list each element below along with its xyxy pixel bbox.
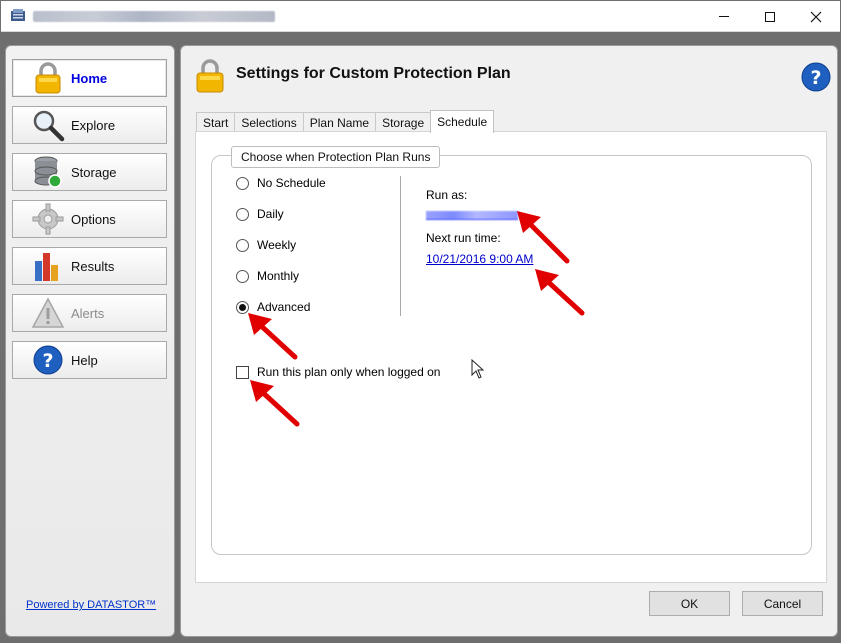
bar-chart-icon bbox=[31, 249, 65, 283]
sidebar-item-alerts[interactable]: Alerts bbox=[12, 294, 167, 332]
tab-selections[interactable]: Selections bbox=[234, 112, 304, 133]
lock-icon bbox=[196, 59, 224, 93]
svg-text:?: ? bbox=[42, 350, 53, 372]
sidebar-item-label: Explore bbox=[71, 117, 116, 133]
sidebar-item-explore[interactable]: Explore bbox=[12, 106, 167, 144]
sidebar: Home Explore Storage Options Results Ale… bbox=[5, 45, 175, 637]
radio-weekly[interactable]: Weekly bbox=[236, 238, 296, 252]
radio-label: No Schedule bbox=[257, 176, 326, 190]
warning-icon bbox=[31, 296, 65, 330]
sidebar-item-label: Results bbox=[71, 258, 115, 274]
tab-plan-name[interactable]: Plan Name bbox=[302, 112, 377, 133]
sidebar-item-help[interactable]: ? Help bbox=[12, 341, 167, 379]
cancel-button[interactable]: Cancel bbox=[742, 591, 823, 616]
page-title: Settings for Custom Protection Plan bbox=[236, 65, 511, 82]
annotation-arrow-icon bbox=[535, 269, 585, 316]
radio-button[interactable] bbox=[236, 238, 249, 252]
sidebar-item-home[interactable]: Home bbox=[12, 59, 167, 97]
ok-button[interactable]: OK bbox=[649, 591, 730, 616]
app-icon bbox=[11, 9, 25, 21]
maximize-button[interactable] bbox=[747, 1, 793, 32]
close-button[interactable] bbox=[793, 1, 839, 32]
tab-storage[interactable]: Storage bbox=[375, 112, 432, 133]
minimize-button[interactable] bbox=[701, 1, 747, 32]
gear-icon bbox=[31, 202, 65, 236]
sidebar-item-label: Alerts bbox=[71, 305, 105, 321]
run-as-link-redacted[interactable] bbox=[426, 211, 518, 220]
tab-schedule[interactable]: Schedule bbox=[430, 110, 495, 133]
app-window: Home Explore Storage Options Results Ale… bbox=[0, 0, 841, 643]
radio-button[interactable] bbox=[236, 207, 249, 221]
tab-bar: Start Selections Plan Name Storage Sched… bbox=[196, 110, 495, 133]
radio-no-schedule[interactable]: No Schedule bbox=[236, 176, 326, 190]
close-icon bbox=[810, 11, 822, 22]
annotation-arrow-icon bbox=[250, 380, 300, 427]
radio-button[interactable] bbox=[236, 269, 249, 283]
magnifier-icon bbox=[31, 108, 65, 142]
window-title-redacted bbox=[33, 11, 275, 22]
next-run-label: Next run time: bbox=[426, 231, 501, 245]
sidebar-item-label: Home bbox=[71, 70, 108, 86]
group-title: Choose when Protection Plan Runs bbox=[231, 146, 441, 168]
sidebar-item-results[interactable]: Results bbox=[12, 247, 167, 285]
divider bbox=[400, 176, 401, 316]
radio-label: Daily bbox=[257, 207, 284, 221]
radio-monthly[interactable]: Monthly bbox=[236, 269, 299, 283]
title-bar bbox=[1, 1, 840, 32]
sidebar-item-label: Help bbox=[71, 352, 98, 368]
sidebar-item-label: Storage bbox=[71, 164, 117, 180]
tab-start[interactable]: Start bbox=[196, 112, 236, 133]
radio-label: Monthly bbox=[257, 269, 300, 283]
radio-daily[interactable]: Daily bbox=[236, 207, 284, 221]
radio-button[interactable] bbox=[236, 176, 249, 190]
sidebar-item-storage[interactable]: Storage bbox=[12, 153, 167, 191]
maximize-icon bbox=[765, 11, 775, 22]
minimize-icon bbox=[719, 16, 729, 17]
mouse-cursor-icon bbox=[471, 359, 485, 379]
svg-text:?: ? bbox=[810, 67, 821, 89]
run-as-label: Run as: bbox=[426, 188, 468, 202]
radio-label: Weekly bbox=[257, 238, 297, 252]
annotation-arrow-icon bbox=[248, 313, 298, 360]
help-icon: ? bbox=[31, 343, 65, 377]
sidebar-item-options[interactable]: Options bbox=[12, 200, 167, 238]
annotation-arrow-icon bbox=[517, 211, 570, 264]
powered-by-link[interactable]: Powered by DATASTOR™ bbox=[26, 599, 156, 611]
lock-icon bbox=[31, 61, 65, 95]
sidebar-item-label: Options bbox=[71, 211, 116, 227]
help-icon[interactable]: ? bbox=[801, 62, 831, 92]
database-icon bbox=[31, 155, 65, 189]
